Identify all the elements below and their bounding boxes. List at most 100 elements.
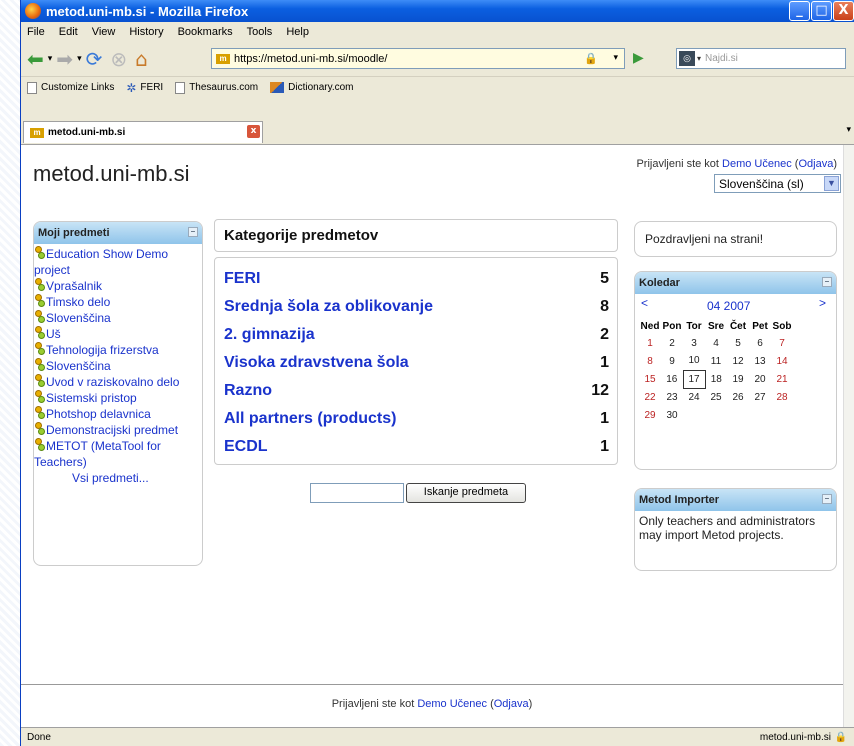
tab-close-icon[interactable]: x xyxy=(247,125,260,138)
course-link[interactable]: Sistemski pristop xyxy=(34,390,202,406)
course-search-input[interactable] xyxy=(310,483,404,503)
bookmark-feri[interactable]: ✲ FERI xyxy=(126,81,163,95)
course-label: Uvod v raziskovalno delo xyxy=(46,375,180,389)
category-row[interactable]: FERI 5 xyxy=(224,270,609,288)
month-link[interactable]: 04 2007 xyxy=(707,299,750,313)
course-link[interactable]: Demonstracijski predmet xyxy=(34,422,202,438)
lock-icon[interactable]: 🔒 xyxy=(584,52,598,65)
calendar-day: 16 xyxy=(666,373,678,385)
calendar-day: 1 xyxy=(647,337,653,349)
calendar-day: 29 xyxy=(644,409,656,421)
lock-icon[interactable]: 🔒 xyxy=(835,732,847,743)
category-name[interactable]: 2. gimnazija xyxy=(224,326,315,343)
footer-user-link[interactable]: Demo Učenec xyxy=(417,698,487,710)
status-site: metod.uni-mb.si xyxy=(759,731,831,743)
my-courses-header: Moji predmeti – xyxy=(34,222,202,244)
course-link[interactable]: Education Show Demo project xyxy=(34,246,202,278)
firefox-logo-icon xyxy=(25,3,41,19)
forward-dropdown-icon[interactable]: ▾ xyxy=(77,54,82,64)
hide-block-icon[interactable]: – xyxy=(822,494,832,504)
course-link[interactable]: Uvod v raziskovalno delo xyxy=(34,374,202,390)
close-window-button[interactable]: X xyxy=(833,1,854,21)
bookmark-thesaurus[interactable]: Thesaurus.com xyxy=(175,81,258,94)
search-box[interactable]: ◎ ▾ Najdi.si xyxy=(676,48,846,69)
category-name[interactable]: ECDL xyxy=(224,438,268,455)
weekday: Ned xyxy=(640,320,660,332)
course-link[interactable]: Timsko delo xyxy=(34,294,202,310)
address-bar[interactable]: m https://metod.uni-mb.si/moodle/ 🔒 ▾ xyxy=(211,48,625,69)
course-link[interactable]: Uš xyxy=(34,326,202,342)
bookmark-customize-links[interactable]: Customize Links xyxy=(27,81,114,94)
calendar-day: 14 xyxy=(776,355,788,367)
search-engine-dropdown-icon[interactable]: ▾ xyxy=(697,54,701,63)
calendar-day xyxy=(683,406,705,424)
category-name[interactable]: Razno xyxy=(224,382,272,399)
course-search-button[interactable]: Iskanje predmeta xyxy=(406,483,526,503)
category-name[interactable]: All partners (products) xyxy=(224,410,396,427)
stop-icon[interactable]: ⊗ xyxy=(110,49,127,69)
bookmark-label: FERI xyxy=(140,82,164,93)
menu-view[interactable]: View xyxy=(92,26,116,38)
course-link[interactable]: Tehnologija frizerstva xyxy=(34,342,202,358)
category-name[interactable]: Visoka zdravstvena šola xyxy=(224,354,409,371)
category-row[interactable]: ECDL 1 xyxy=(224,438,609,456)
go-icon[interactable]: ▶ xyxy=(633,50,644,66)
calendar-day: 22 xyxy=(644,391,656,403)
menu-file[interactable]: File xyxy=(27,26,45,38)
next-month-link[interactable]: > xyxy=(819,296,826,310)
home-icon[interactable]: ⌂ xyxy=(135,49,148,69)
calendar-day: 19 xyxy=(732,373,744,385)
status-text: Done xyxy=(27,731,51,743)
category-row[interactable]: All partners (products) 1 xyxy=(224,410,609,428)
calendar-grid: Ned Pon Tor Sre Čet Pet Sob 1 2 3 4 5 6 … xyxy=(639,318,794,424)
hide-block-icon[interactable]: – xyxy=(188,227,198,237)
vertical-scrollbar[interactable] xyxy=(843,145,854,727)
back-arrow-icon[interactable]: ⬅ xyxy=(27,49,44,69)
feri-icon: ✲ xyxy=(126,80,137,95)
user-link[interactable]: Demo Učenec xyxy=(722,158,792,170)
menu-edit[interactable]: Edit xyxy=(59,26,78,38)
course-link[interactable]: Photshop delavnica xyxy=(34,406,202,422)
calendar-day: 15 xyxy=(644,373,656,385)
course-label: Timsko delo xyxy=(46,295,111,309)
category-row[interactable]: Razno 12 xyxy=(224,382,609,400)
forward-arrow-icon[interactable]: ➡ xyxy=(56,49,73,69)
week-row: 15 16 17 18 19 20 21 xyxy=(639,369,793,389)
category-row[interactable]: Visoka zdravstvena šola 1 xyxy=(224,354,609,372)
menu-history[interactable]: History xyxy=(129,26,163,38)
login-info: Prijavljeni ste kot Demo Učenec (Odjava) xyxy=(636,158,837,170)
chevron-down-icon[interactable]: ▼ xyxy=(824,176,839,191)
language-value: Slovenščina (sl) xyxy=(719,176,804,191)
site-name[interactable]: metod.uni-mb.si xyxy=(33,161,190,187)
hide-block-icon[interactable]: – xyxy=(822,277,832,287)
url-dropdown-icon[interactable]: ▾ xyxy=(613,52,618,63)
maximize-button[interactable]: □ xyxy=(811,1,832,21)
course-link[interactable]: METOT (MetaTool for Teachers) xyxy=(34,438,202,470)
category-row[interactable]: 2. gimnazija 2 xyxy=(224,326,609,344)
course-link[interactable]: Slovenščina xyxy=(34,358,202,374)
course-link[interactable]: Slovenščina xyxy=(34,310,202,326)
back-dropdown-icon[interactable]: ▾ xyxy=(48,54,53,64)
category-name[interactable]: FERI xyxy=(224,270,260,287)
bookmark-dictionary[interactable]: Dictionary.com xyxy=(270,82,354,93)
tab-metod[interactable]: m metod.uni-mb.si xyxy=(23,121,263,143)
category-row[interactable]: Srednja šola za oblikovanje 8 xyxy=(224,298,609,316)
prev-month-link[interactable]: < xyxy=(641,296,648,310)
reload-icon[interactable]: ⟳ xyxy=(86,49,103,69)
course-icon xyxy=(34,390,45,403)
menu-bookmarks[interactable]: Bookmarks xyxy=(178,26,233,38)
logout-link[interactable]: Odjava xyxy=(798,158,833,170)
menu-help[interactable]: Help xyxy=(286,26,309,38)
category-count: 1 xyxy=(600,354,609,371)
category-name[interactable]: Srednja šola za oblikovanje xyxy=(224,298,433,315)
calendar-header: Koledar – xyxy=(635,272,836,294)
menu-tools[interactable]: Tools xyxy=(247,26,273,38)
all-courses-link[interactable]: Vsi predmeti... xyxy=(34,470,202,486)
calendar-day: 8 xyxy=(647,355,653,367)
tab-list-icon[interactable]: ▾ xyxy=(846,125,851,135)
course-link[interactable]: Vprašalnik xyxy=(34,278,202,294)
language-select[interactable]: Slovenščina (sl) ▼ xyxy=(714,174,841,193)
footer-logout-link[interactable]: Odjava xyxy=(494,698,529,710)
search-engine-icon[interactable]: ◎ xyxy=(679,51,695,66)
minimize-button[interactable]: _ xyxy=(789,1,810,21)
